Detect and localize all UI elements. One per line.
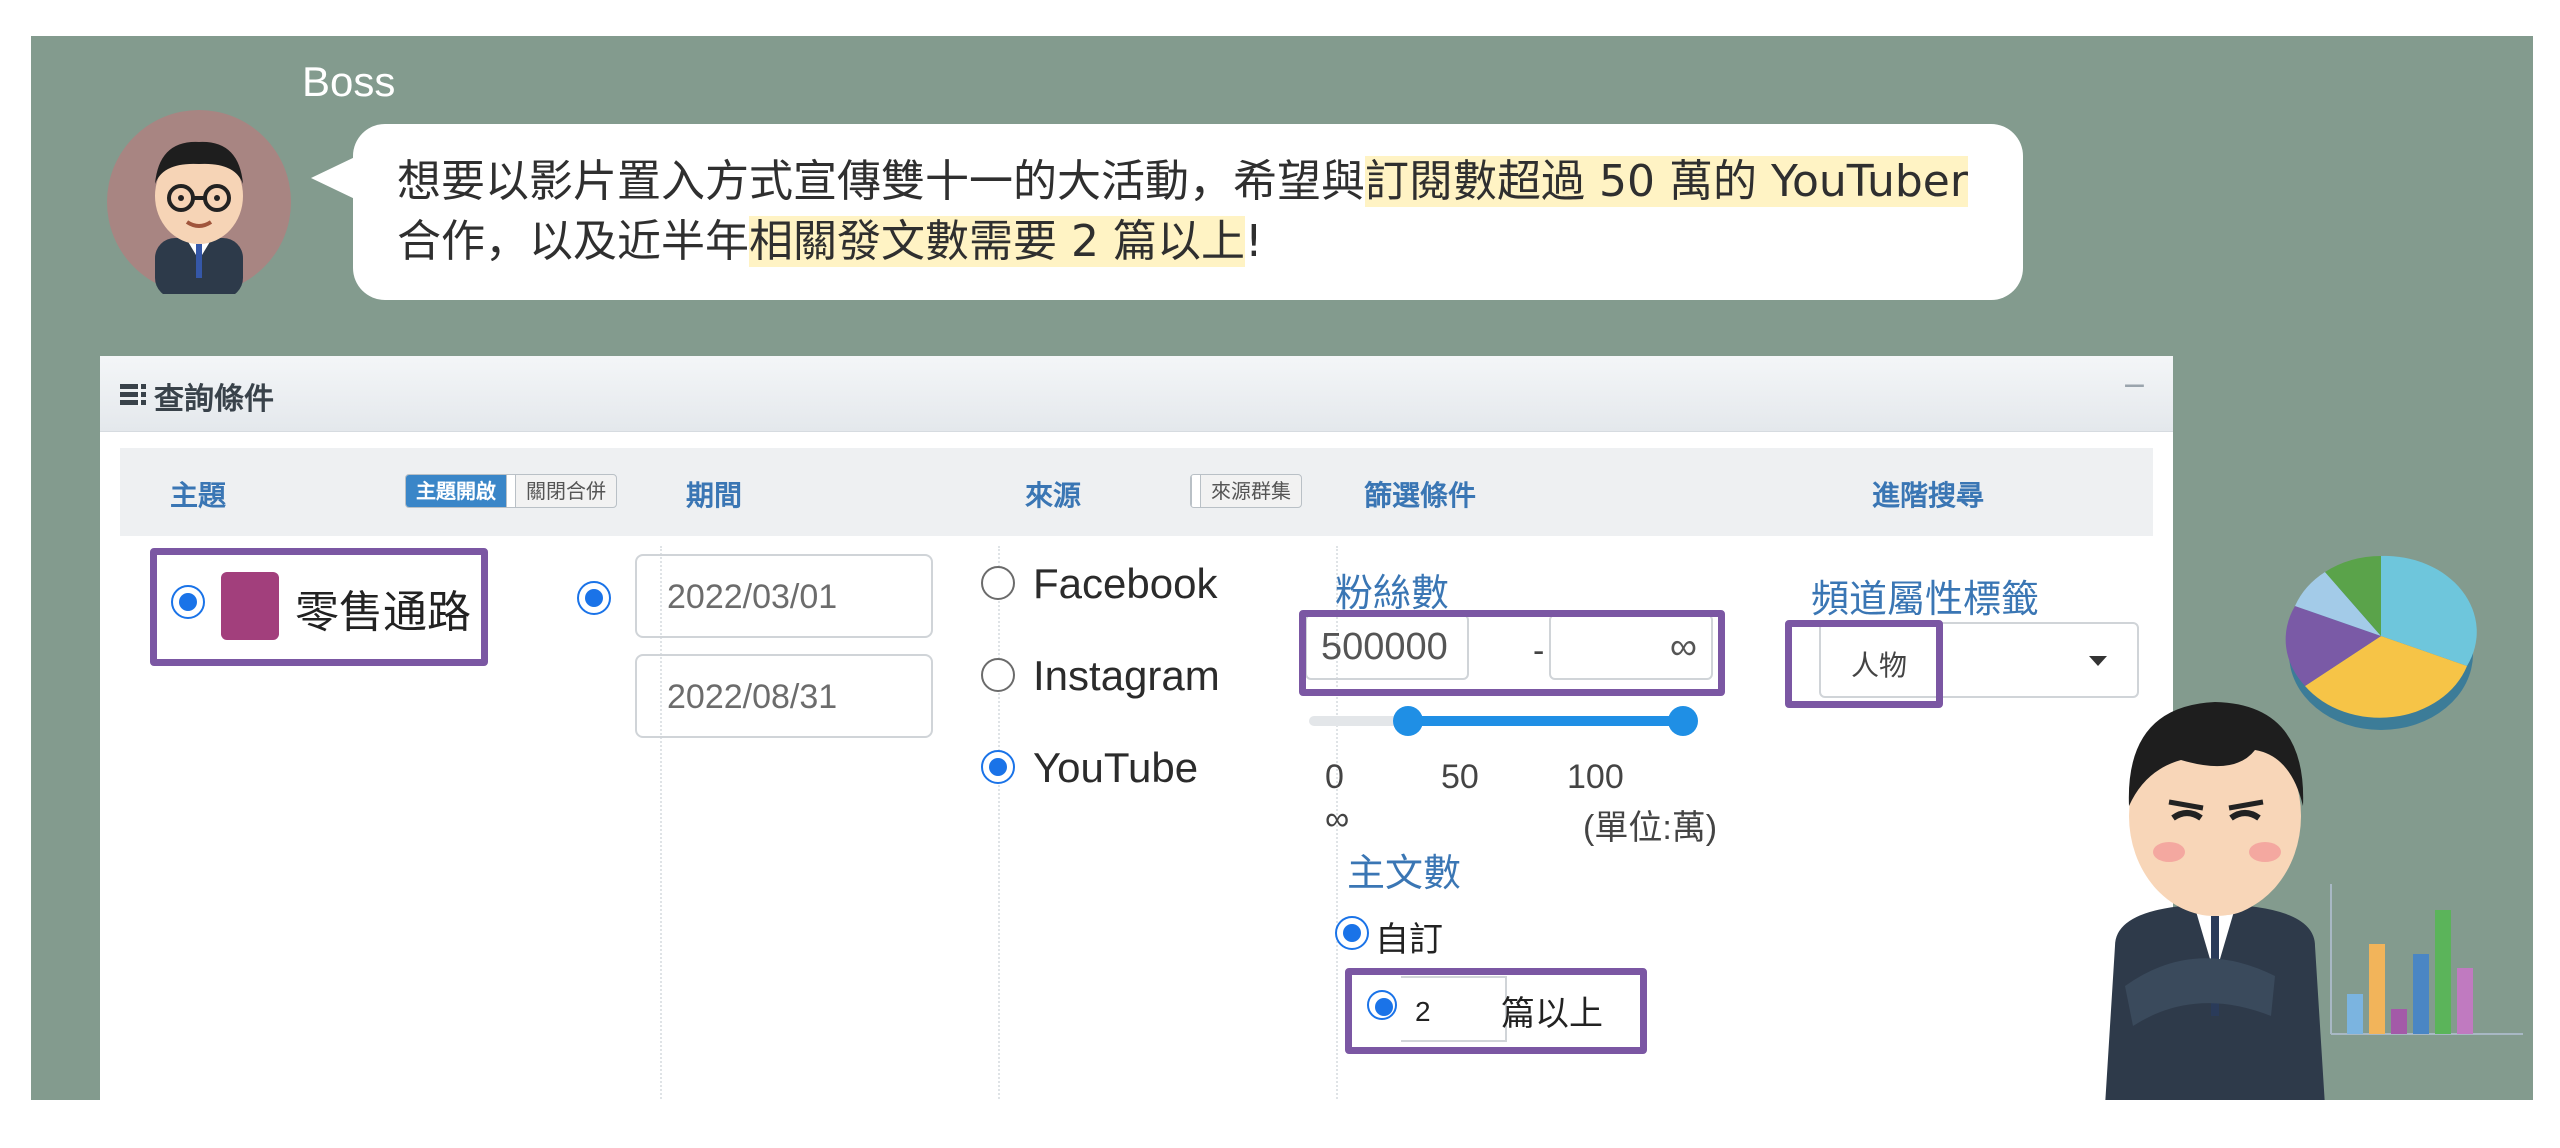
period-radio[interactable] xyxy=(577,581,611,615)
topic-radio[interactable] xyxy=(171,585,205,619)
source-radio-youtube[interactable] xyxy=(981,750,1015,784)
topic-color-swatch xyxy=(221,572,279,640)
message-text: 合作，以及近半年 xyxy=(397,216,749,267)
query-panel: 查詢條件 − 主題 主題開啟 關閉合併 期間 來源 來源群集 篩選條件 進階搜尋 xyxy=(100,356,2173,1100)
column-filter-header: 篩選條件 xyxy=(1364,479,1477,512)
channel-tag-label: 頻道屬性標籤 xyxy=(1811,577,2040,621)
source-label-youtube: YouTube xyxy=(1033,744,1199,791)
topic-label: 零售通路 xyxy=(295,587,471,638)
source-radio-instagram[interactable] xyxy=(981,658,1015,692)
message-text: 想要以影片置入方式宣傳雙十一的大活動，希望與 xyxy=(397,156,1365,207)
column-source-header: 來源 xyxy=(1025,479,1082,512)
slider-tick: 0 xyxy=(1325,758,1344,796)
toggle-knob xyxy=(1191,475,1201,507)
message-text: ! xyxy=(1244,216,1263,267)
speech-bubble-tail xyxy=(311,156,357,200)
start-date-input[interactable]: 2022/03/01 xyxy=(635,554,933,638)
slider-tick: 100 xyxy=(1567,758,1624,796)
posts-suffix: 篇以上 xyxy=(1501,995,1603,1033)
topic-merge-toggle[interactable]: 主題開啟 關閉合併 xyxy=(405,474,617,508)
message-highlight-subscribers: 訂閱數超過 50 萬的 YouTuber xyxy=(1365,156,1968,207)
source-label-instagram: Instagram xyxy=(1033,652,1220,699)
column-advanced-header: 進階搜尋 xyxy=(1872,479,1985,512)
thinking-man-illustration xyxy=(2105,702,2325,1100)
fans-slider-range xyxy=(1408,716,1684,726)
toggle-off-label: 關閉合併 xyxy=(526,479,606,503)
boss-avatar xyxy=(107,110,291,294)
column-topic-header: 主題 xyxy=(170,479,227,512)
posts-custom-label: 自訂 xyxy=(1375,921,1443,959)
posts-label: 主文數 xyxy=(1347,851,1462,895)
posts-count-radio[interactable] xyxy=(1367,990,1397,1020)
slide-background: Boss 想要以影片置入方式宣傳雙十一的大活動，希望與訂閱數超過 50 萬的 Y… xyxy=(31,36,2533,1100)
source-label-facebook: Facebook xyxy=(1033,560,1218,607)
end-date-input[interactable]: 2022/08/31 xyxy=(635,654,933,738)
slider-tick: 50 xyxy=(1441,758,1479,796)
posts-count-input[interactable]: 2 xyxy=(1401,976,1507,1042)
bar-chart-illustration xyxy=(2330,884,2523,1035)
channel-tag-highlight-box xyxy=(1785,620,1943,708)
chevron-down-icon xyxy=(2089,656,2107,666)
minimize-button[interactable]: − xyxy=(2122,368,2147,403)
posts-custom-radio[interactable] xyxy=(1335,916,1369,950)
boss-name: Boss xyxy=(302,58,396,105)
toggle-on-label: 主題開啟 xyxy=(406,475,506,507)
panel-header: 查詢條件 − xyxy=(100,356,2173,432)
fans-label: 粉絲數 xyxy=(1335,571,1450,615)
source-cluster-toggle[interactable]: 來源群集 xyxy=(1190,474,1302,508)
toggle-label: 來源群集 xyxy=(1211,479,1291,503)
column-period-header: 期間 xyxy=(686,479,743,512)
message-highlight-posts: 相關發文數需要 2 篇以上 xyxy=(749,216,1245,267)
column-divider xyxy=(998,546,1000,1100)
source-radio-facebook[interactable] xyxy=(981,566,1015,600)
panel-title: 查詢條件 xyxy=(154,382,274,417)
slider-unit: (單位:萬) xyxy=(1583,809,1718,847)
toggle-knob xyxy=(506,475,516,507)
speech-bubble: 想要以影片置入方式宣傳雙十一的大活動，希望與訂閱數超過 50 萬的 YouTub… xyxy=(353,124,2023,300)
fans-highlight-box xyxy=(1299,610,1725,696)
slider-tick: ∞ xyxy=(1325,800,1350,838)
list-icon xyxy=(120,384,146,406)
